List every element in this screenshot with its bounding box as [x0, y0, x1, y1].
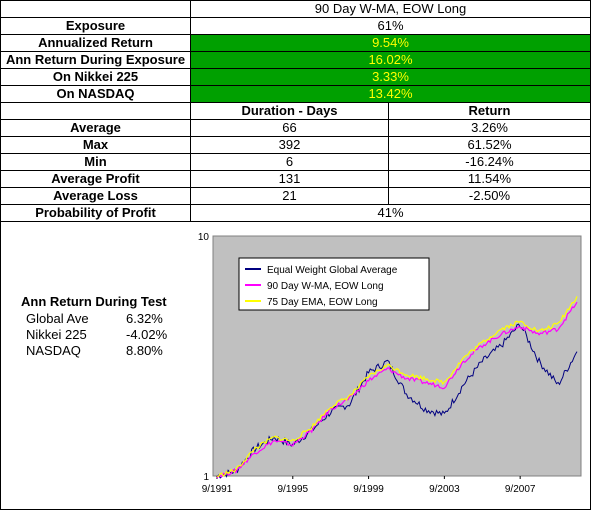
summary-label: Annualized Return: [0, 34, 191, 52]
test-returns-block: Ann Return During Test Global Ave 6.32% …: [21, 294, 191, 359]
legend-label: 75 Day EMA, EOW Long: [267, 297, 378, 308]
test-return-value: 6.32%: [126, 311, 163, 326]
summary-label: Exposure: [0, 17, 191, 35]
blank-cell: [0, 0, 191, 18]
summary-row: On NASDAQ 13.42%: [0, 85, 591, 103]
strategy-title: 90 Day W-MA, EOW Long: [190, 0, 591, 18]
legend-label: 90 Day W-MA, EOW Long: [267, 281, 384, 292]
stats-header-row: Duration - Days Return: [0, 102, 591, 120]
x-tick-label: 9/1999: [353, 484, 384, 495]
stats-duration: 131: [190, 170, 389, 188]
summary-row: Exposure 61%: [0, 17, 591, 35]
stats-label: Average Loss: [0, 187, 191, 205]
stats-label: Max: [0, 136, 191, 154]
test-return-row: Global Ave 6.32%: [21, 311, 191, 327]
x-tick-label: 9/2007: [505, 484, 536, 495]
stats-row: Max 392 61.52%: [0, 136, 591, 154]
probability-row: Probability of Profit 41%: [0, 204, 591, 222]
stats-duration: 6: [190, 153, 389, 171]
stats-corner: [0, 102, 191, 120]
test-return-name: NASDAQ: [26, 343, 81, 358]
probability-value: 41%: [190, 204, 591, 222]
summary-value: 13.42%: [190, 85, 591, 103]
legend-label: Equal Weight Global Average: [267, 265, 398, 276]
stats-return: 3.26%: [388, 119, 591, 137]
stats-label: Average: [0, 119, 191, 137]
test-return-name: Nikkei 225: [26, 327, 87, 342]
summary-row: On Nikkei 225 3.33%: [0, 68, 591, 86]
summary-value: 9.54%: [190, 34, 591, 52]
stats-row: Average 66 3.26%: [0, 119, 591, 137]
summary-label: On NASDAQ: [0, 85, 191, 103]
stats-row: Average Loss 21 -2.50%: [0, 187, 591, 205]
stats-duration: 392: [190, 136, 389, 154]
summary-value: 61%: [190, 17, 591, 35]
stats-return: 11.54%: [388, 170, 591, 188]
x-tick-label: 9/1995: [277, 484, 308, 495]
stats-return: -16.24%: [388, 153, 591, 171]
test-returns-title: Ann Return During Test: [21, 294, 167, 309]
summary-label: On Nikkei 225: [0, 68, 191, 86]
test-return-value: -4.02%: [126, 327, 168, 342]
duration-header: Duration - Days: [190, 102, 389, 120]
stats-duration: 66: [190, 119, 389, 137]
title-row: 90 Day W-MA, EOW Long: [0, 0, 591, 18]
stats-label: Average Profit: [0, 170, 191, 188]
test-return-row: NASDAQ 8.80%: [21, 343, 191, 359]
return-header: Return: [388, 102, 591, 120]
stats-row: Min 6 -16.24%: [0, 153, 591, 171]
stats-label: Min: [0, 153, 191, 171]
test-return-value: 8.80%: [126, 343, 163, 358]
summary-value: 16.02%: [190, 51, 591, 69]
results-table: 90 Day W-MA, EOW Long Exposure 61% Annualiz…: [0, 0, 591, 222]
stats-return: 61.52%: [388, 136, 591, 154]
spreadsheet: 90 Day W-MA, EOW Long Exposure 61% Annualiz…: [0, 0, 591, 510]
test-return-name: Global Ave: [26, 311, 89, 326]
stats-row: Average Profit 131 11.54%: [0, 170, 591, 188]
y-tick-label: 10: [198, 232, 210, 243]
stats-return: -2.50%: [388, 187, 591, 205]
performance-chart: 1 10 9/1991 9/1995 9/1999 9/2003 9/2007 Equal W…: [195, 232, 587, 504]
summary-value: 3.33%: [190, 68, 591, 86]
probability-label: Probability of Profit: [0, 204, 191, 222]
test-return-row: Nikkei 225 -4.02%: [21, 327, 191, 343]
x-tick-label: 9/2003: [429, 484, 460, 495]
summary-row: Annualized Return 9.54%: [0, 34, 591, 52]
chart-svg: 1 10 9/1991 9/1995 9/1999 9/2003 9/2007 Equal W…: [198, 232, 582, 495]
summary-label: Ann Return During Exposure: [0, 51, 191, 69]
x-tick-label: 9/1991: [202, 484, 233, 495]
stats-duration: 21: [190, 187, 389, 205]
summary-row: Ann Return During Exposure 16.02%: [0, 51, 591, 69]
y-tick-label: 1: [203, 472, 209, 483]
